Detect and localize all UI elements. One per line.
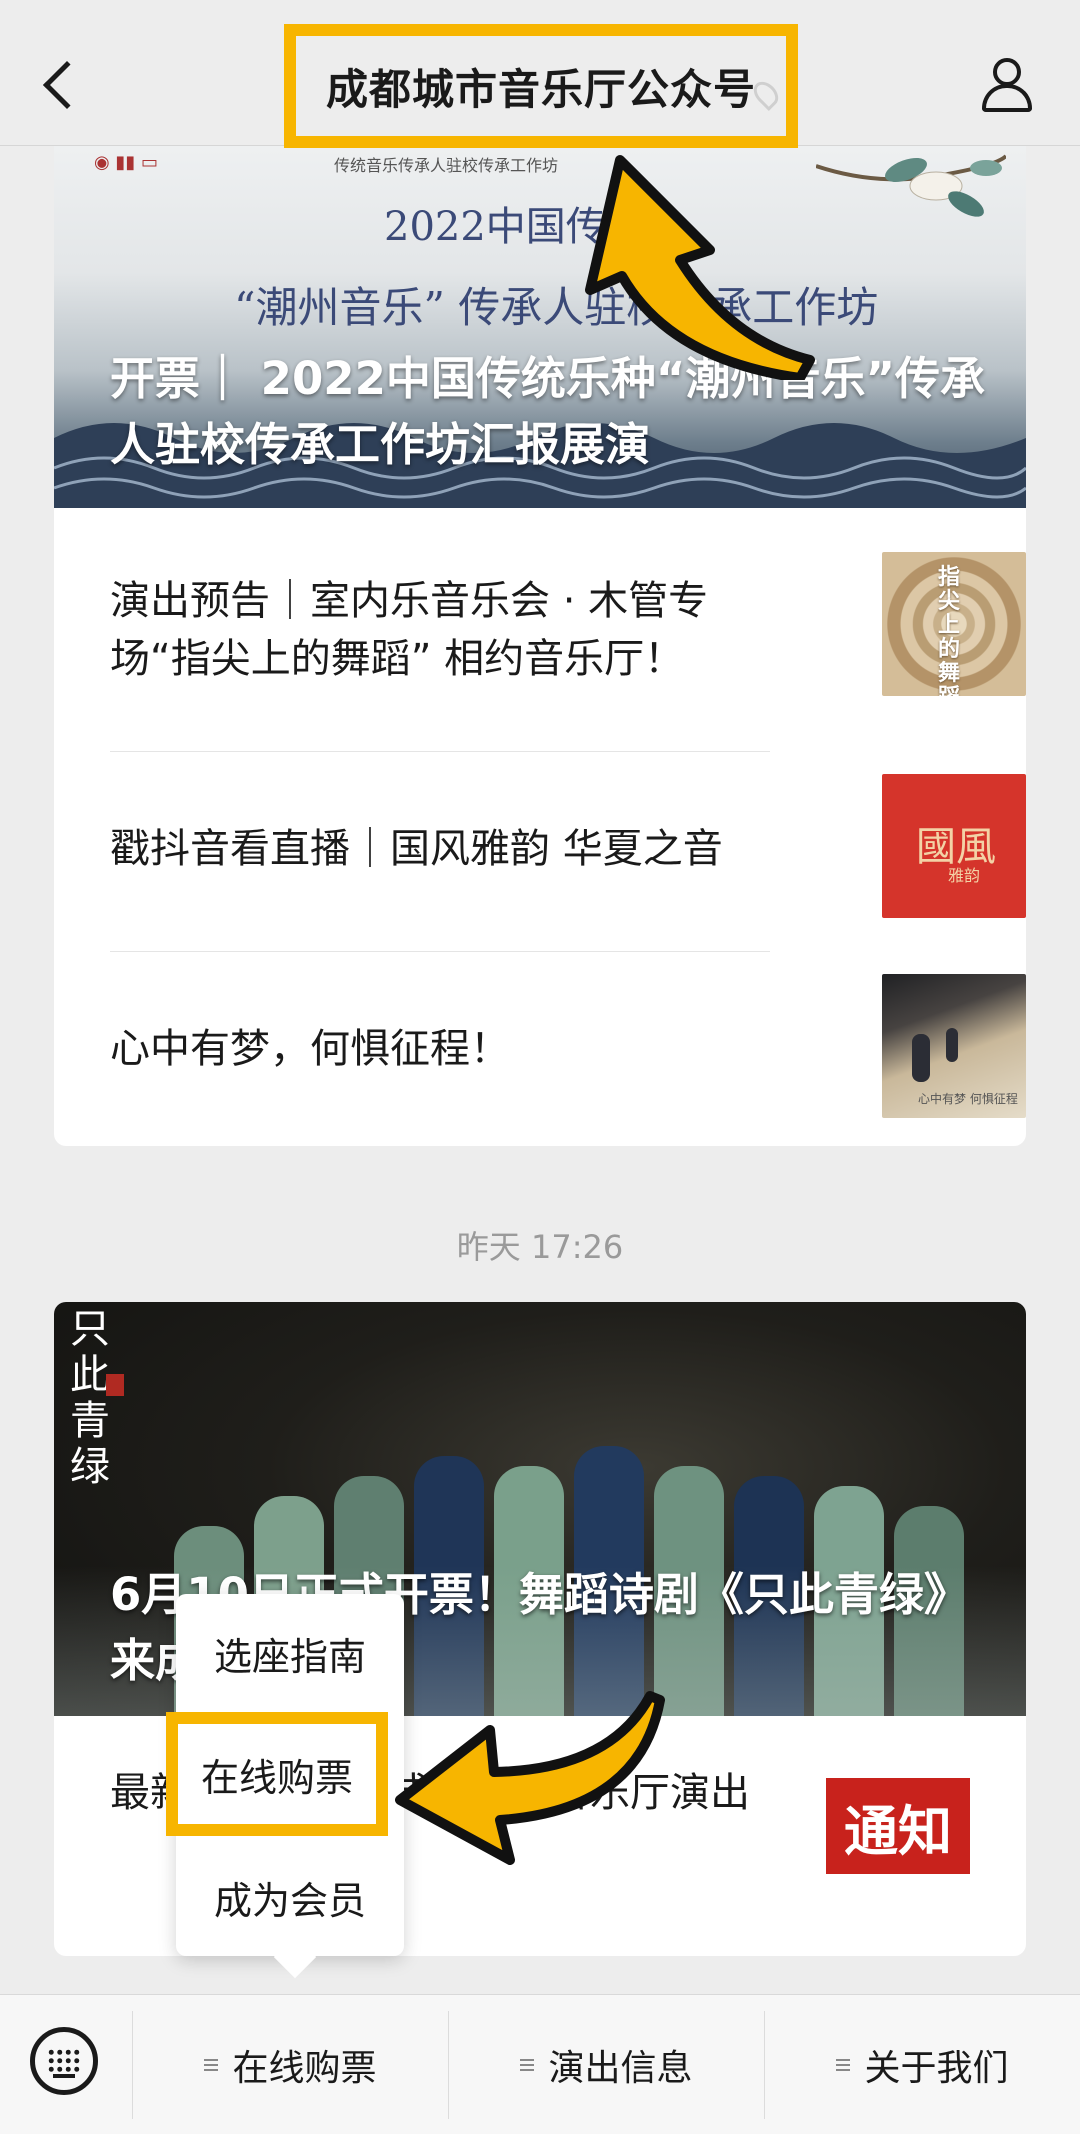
highlighted-title-box: 成都城市音乐厅公众号 (284, 24, 798, 148)
article-list-item[interactable]: 心中有梦，何惧征程！ 心中有梦 何惧征程 (110, 952, 1026, 1142)
menu-item-become-member[interactable]: 成为会员 (176, 1838, 404, 1956)
message-timestamp: 昨天 17:26 (456, 1228, 624, 1266)
organizer-logos: ◉ ▮▮ ▭ (94, 152, 158, 173)
user-head-icon (993, 58, 1021, 86)
red-seal (106, 1374, 124, 1396)
article-card-1: ◉ ▮▮ ▭ 传统音乐传承人驻校传承工作坊 2022中国传统 “潮州音乐” 传承… (54, 146, 1026, 1146)
calligraphy-title: 只此青绿 (70, 1306, 110, 1490)
menu-item-seat-guide[interactable]: 选座指南 (176, 1594, 404, 1712)
menu-tab-show-info[interactable]: 演出信息 (449, 1995, 764, 2134)
profile-button[interactable] (980, 58, 1034, 114)
article-thumbnail: 指尖上的舞蹈 (882, 552, 1026, 696)
article-title-1: 开票｜ 2022中国传统乐种“潮州音乐”传承人驻校传承工作坊汇报展演 (110, 352, 986, 471)
menu-tab-about-us[interactable]: 关于我们 (765, 1995, 1080, 2134)
menu-lines-icon (204, 2059, 219, 2071)
article-title: 演出预告｜室内乐音乐会 · 木管专场“指尖上的舞蹈” 相约音乐厅！ (110, 578, 709, 682)
article-thumbnail: 通知 (826, 1772, 970, 1882)
annotation-arrow-up-icon (585, 155, 815, 380)
article-thumbnail: 國風 雅韵 (882, 774, 1026, 918)
article-title: 戳抖音看直播｜国风雅韵 华夏之音 (110, 826, 723, 872)
user-body-icon (982, 84, 1032, 112)
menu-item-buy-tickets-online[interactable]: 在线购票 (166, 1712, 388, 1836)
keyboard-toggle-icon[interactable] (30, 2027, 98, 2095)
annotation-arrow-left-icon (395, 1691, 665, 1865)
article-hero-1[interactable]: ◉ ▮▮ ▭ 传统音乐传承人驻校传承工作坊 2022中国传统 “潮州音乐” 传承… (54, 146, 1026, 508)
article-list-item[interactable]: 戳抖音看直播｜国风雅韵 华夏之音 國風 雅韵 (110, 752, 1026, 952)
article-title: 心中有梦，何惧征程！ (110, 1026, 510, 1072)
article-thumbnail: 心中有梦 何惧征程 (882, 974, 1026, 1118)
back-button[interactable] (40, 58, 92, 118)
article-list-item[interactable]: 演出预告｜室内乐音乐会 · 木管专场“指尖上的舞蹈” 相约音乐厅！ 指尖上的舞蹈 (110, 552, 1026, 752)
chevron-left-icon (42, 60, 92, 110)
navigation-bar: 成都城市音乐厅公众号 (0, 0, 1080, 148)
menu-tab-buy-tickets[interactable]: 在线购票 (133, 1995, 448, 2134)
menu-lines-icon (836, 2059, 851, 2071)
menu-lines-icon (520, 2059, 535, 2071)
service-menu-bar: 在线购票 演出信息 关于我们 (0, 1994, 1080, 2134)
magnolia-illustration (816, 154, 1006, 217)
submenu-popup: 选座指南 在线购票 成为会员 (166, 1594, 404, 1979)
poster-logo-caption: 传统音乐传承人驻校传承工作坊 (334, 156, 559, 175)
page-title: 成都城市音乐厅公众号 (325, 64, 756, 114)
